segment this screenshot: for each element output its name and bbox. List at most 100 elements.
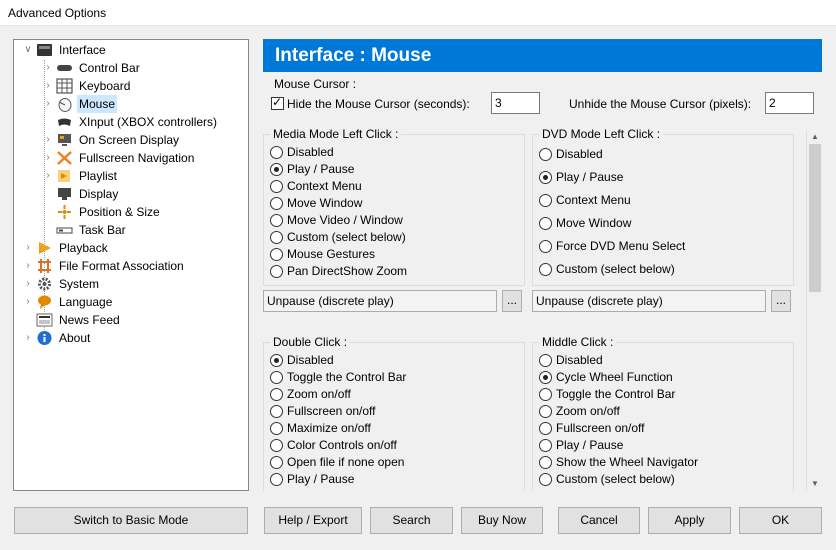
radio-label: Play / Pause (556, 170, 624, 184)
chevron-right-icon[interactable]: › (43, 149, 53, 167)
chevron-down-icon[interactable]: ∨ (23, 41, 33, 59)
radio-button[interactable] (270, 422, 283, 435)
radio-button[interactable] (539, 439, 552, 452)
mouse-cursor-title: Mouse Cursor : (274, 77, 357, 91)
help-export-button[interactable]: Help / Export (264, 507, 362, 534)
keyboard-icon (56, 78, 73, 94)
radio-button[interactable] (270, 180, 283, 193)
radio-button[interactable] (539, 371, 552, 384)
buy-now-button[interactable]: Buy Now (461, 507, 543, 534)
radio-button[interactable] (270, 456, 283, 469)
scroll-up-icon[interactable]: ▲ (807, 130, 823, 144)
apply-button[interactable]: Apply (648, 507, 731, 534)
radio-button[interactable] (270, 163, 283, 176)
cancel-button[interactable]: Cancel (558, 507, 640, 534)
media-left-custom-field[interactable]: Unpause (discrete play) (263, 290, 497, 312)
radio-button[interactable] (270, 146, 283, 159)
chevron-right-icon[interactable]: › (23, 257, 33, 275)
interface-icon (36, 42, 53, 58)
radio-button[interactable] (539, 422, 552, 435)
switch-basic-mode-button[interactable]: Switch to Basic Mode (14, 507, 248, 534)
group-title: Double Click : (270, 335, 351, 349)
radio-button[interactable] (270, 248, 283, 261)
radio-button[interactable] (270, 197, 283, 210)
options-scrollbar[interactable]: ▲ ▼ (806, 130, 822, 491)
radio-button[interactable] (539, 405, 552, 418)
chevron-right-icon[interactable]: › (23, 275, 33, 293)
radio-button[interactable] (539, 388, 552, 401)
scrollbar-thumb[interactable] (809, 144, 821, 292)
scroll-down-icon[interactable]: ▼ (807, 477, 823, 491)
tree-item-label: System (59, 277, 100, 291)
settings-tree[interactable]: ∨ Interface › Control Bar › Keyboard › M… (13, 39, 249, 491)
chevron-right-icon[interactable]: › (23, 293, 33, 311)
tree-item-label: Mouse (77, 95, 118, 113)
radio-button[interactable] (539, 217, 552, 230)
radio-button[interactable] (270, 371, 283, 384)
window-title: Advanced Options (0, 0, 836, 26)
tree-item-label: About (59, 331, 91, 345)
radio-button[interactable] (270, 473, 283, 486)
tree-item-label: On Screen Display (79, 133, 180, 147)
chevron-right-icon[interactable]: › (23, 239, 33, 257)
control-bar-icon (56, 60, 73, 76)
radio-button[interactable] (270, 231, 283, 244)
radio-button[interactable] (539, 194, 552, 207)
radio-button[interactable] (539, 148, 552, 161)
media-left-browse-button[interactable]: ... (502, 290, 522, 312)
search-button[interactable]: Search (370, 507, 453, 534)
chevron-right-icon[interactable]: › (23, 329, 33, 347)
chevron-right-icon[interactable]: › (43, 131, 53, 149)
radio-button[interactable] (539, 354, 552, 367)
radio-label: Play / Pause (556, 438, 624, 452)
radio-label: Play / Pause (287, 162, 355, 176)
unhide-cursor-pixels-input[interactable]: 2 (765, 92, 814, 114)
radio-label: Play / Pause (287, 472, 355, 486)
dvd-left-custom-field[interactable]: Unpause (discrete play) (532, 290, 766, 312)
radio-label: Zoom on/off (287, 387, 351, 401)
radio-button[interactable] (539, 456, 552, 469)
page-title: Interface : Mouse (263, 39, 822, 72)
radio-label: Show the Wheel Navigator (556, 455, 699, 469)
radio-button[interactable] (270, 354, 283, 367)
chevron-right-icon[interactable]: › (43, 77, 53, 95)
tree-item-label: Interface (59, 43, 106, 57)
radio-label: Maximize on/off (287, 421, 371, 435)
hide-cursor-seconds-input[interactable]: 3 (491, 92, 540, 114)
radio-button[interactable] (270, 214, 283, 227)
dvd-left-browse-button[interactable]: ... (771, 290, 791, 312)
radio-label: Move Window (556, 216, 632, 230)
chevron-right-icon[interactable]: › (43, 59, 53, 77)
chevron-right-icon[interactable]: › (43, 95, 53, 113)
hide-cursor-checkbox[interactable] (271, 95, 284, 110)
radio-label: Custom (select below) (556, 472, 675, 486)
radio-button[interactable] (539, 263, 552, 276)
radio-label: Context Menu (287, 179, 362, 193)
file-format-icon (36, 258, 53, 274)
radio-label: Force DVD Menu Select (556, 239, 686, 253)
group-title: Media Mode Left Click : (270, 127, 402, 141)
radio-button[interactable] (539, 240, 552, 253)
radio-label: Disabled (287, 353, 334, 367)
radio-button[interactable] (539, 473, 552, 486)
radio-button[interactable] (539, 171, 552, 184)
radio-label: Move Window (287, 196, 363, 210)
tree-item-label: Language (59, 295, 113, 309)
chevron-right-icon[interactable]: › (43, 167, 53, 185)
tree-item-label: XInput (XBOX controllers) (79, 115, 218, 129)
tree-item-label: Playlist (79, 169, 118, 183)
tree-item-label: Playback (59, 241, 108, 255)
group-title: Middle Click : (539, 335, 617, 349)
tree-item-label: File Format Association (59, 259, 184, 273)
radio-button[interactable] (270, 388, 283, 401)
display-icon (56, 186, 73, 202)
radio-label: Disabled (556, 353, 603, 367)
tree-item-label: Fullscreen Navigation (79, 151, 195, 165)
scroll-clip (262, 491, 822, 501)
radio-button[interactable] (270, 265, 283, 278)
ok-button[interactable]: OK (739, 507, 822, 534)
radio-button[interactable] (270, 405, 283, 418)
radio-button[interactable] (270, 439, 283, 452)
news-icon (36, 312, 53, 328)
taskbar-icon (56, 222, 73, 238)
